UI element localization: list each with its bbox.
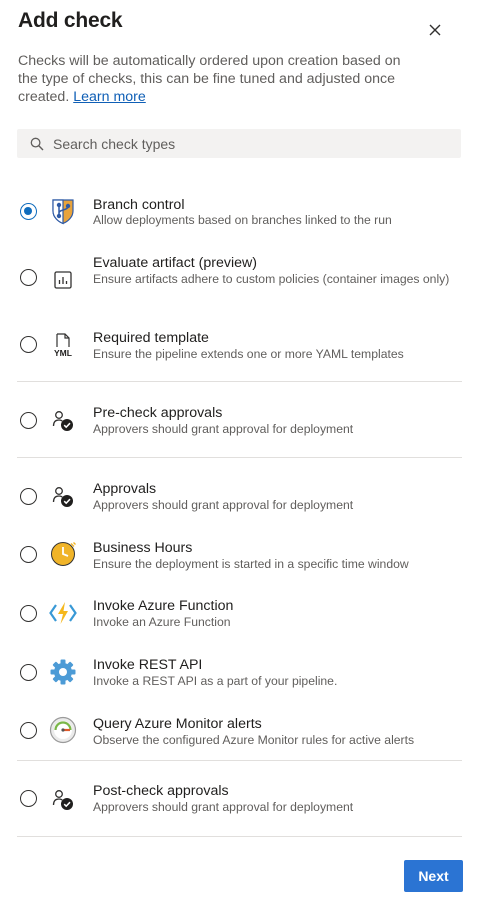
search-input[interactable] (53, 135, 433, 152)
radio-branch-control[interactable] (20, 203, 37, 220)
radio-pre-check-approvals[interactable] (20, 412, 37, 429)
option-branch-control[interactable]: Branch control Allow deployments based o… (0, 190, 478, 240)
branch-shield-icon (49, 197, 77, 225)
divider (17, 457, 462, 458)
option-title: Post-check approvals (93, 783, 229, 799)
approval-user-icon (49, 407, 77, 435)
close-button[interactable] (422, 17, 448, 43)
gear-icon (49, 658, 77, 686)
option-subtitle: Ensure the deployment is started in a sp… (93, 557, 409, 571)
radio-approvals[interactable] (20, 488, 37, 505)
panel-title: Add check (18, 9, 123, 32)
radio-invoke-rest-api[interactable] (20, 664, 37, 681)
close-icon (429, 24, 441, 36)
option-subtitle: Approvers should grant approval for depl… (93, 800, 354, 814)
option-query-azure-monitor-alerts[interactable]: Query Azure Monitor alerts Observe the c… (0, 710, 478, 760)
option-subtitle: Ensure artifacts adhere to custom polici… (93, 272, 450, 286)
option-title: Required template (93, 330, 209, 346)
option-approvals[interactable]: Approvals Approvers should grant approva… (0, 474, 478, 524)
option-subtitle: Approvers should grant approval for depl… (93, 422, 354, 436)
approval-user-icon (49, 786, 77, 814)
option-title: Evaluate artifact (preview) (93, 255, 258, 271)
monitor-gauge-icon (49, 716, 77, 744)
artifact-chart-icon (49, 266, 77, 294)
radio-business-hours[interactable] (20, 546, 37, 563)
option-title: Business Hours (93, 540, 193, 556)
option-title: Query Azure Monitor alerts (93, 716, 262, 732)
option-pre-check-approvals[interactable]: Pre-check approvals Approvers should gra… (0, 398, 478, 448)
approval-user-icon (49, 483, 77, 511)
option-title: Invoke REST API (93, 657, 203, 673)
radio-evaluate-artifact[interactable] (20, 269, 37, 286)
learn-more-link[interactable]: Learn more (73, 89, 146, 105)
divider (17, 836, 462, 837)
svg-text:YML: YML (54, 348, 72, 358)
option-business-hours[interactable]: Business Hours Ensure the deployment is … (0, 533, 478, 583)
clock-icon (49, 540, 77, 568)
option-title: Pre-check approvals (93, 405, 223, 421)
option-required-template[interactable]: YML Required template Ensure the pipelin… (0, 322, 478, 372)
option-subtitle: Allow deployments based on branches link… (93, 213, 392, 227)
option-title: Approvals (93, 481, 157, 497)
option-subtitle: Ensure the pipeline extends one or more … (93, 347, 404, 361)
search-box[interactable] (17, 129, 461, 158)
option-post-check-approvals[interactable]: Post-check approvals Approvers should gr… (0, 777, 478, 827)
radio-invoke-azure-function[interactable] (20, 605, 37, 622)
radio-query-azure-monitor-alerts[interactable] (20, 722, 37, 739)
option-subtitle: Invoke a REST API as a part of your pipe… (93, 674, 338, 688)
radio-post-check-approvals[interactable] (20, 790, 37, 807)
option-title: Branch control (93, 197, 185, 213)
description: Checks will be automatically ordered upo… (18, 52, 418, 106)
option-subtitle: Approvers should grant approval for depl… (93, 498, 354, 512)
yaml-file-icon: YML (49, 331, 77, 359)
divider (17, 381, 462, 382)
option-subtitle: Observe the configured Azure Monitor rul… (93, 733, 415, 747)
option-invoke-rest-api[interactable]: Invoke REST API Invoke a REST API as a p… (0, 651, 478, 701)
option-title: Invoke Azure Function (93, 598, 234, 614)
search-icon (30, 137, 44, 151)
azure-function-icon (49, 599, 77, 627)
add-check-panel: Add check Checks will be automatically o… (0, 0, 478, 904)
option-subtitle: Invoke an Azure Function (93, 615, 231, 629)
next-button[interactable]: Next (404, 860, 463, 892)
divider (17, 760, 462, 761)
option-invoke-azure-function[interactable]: Invoke Azure Function Invoke an Azure Fu… (0, 592, 478, 642)
option-evaluate-artifact[interactable]: Evaluate artifact (preview) Ensure artif… (0, 250, 478, 306)
radio-required-template[interactable] (20, 336, 37, 353)
